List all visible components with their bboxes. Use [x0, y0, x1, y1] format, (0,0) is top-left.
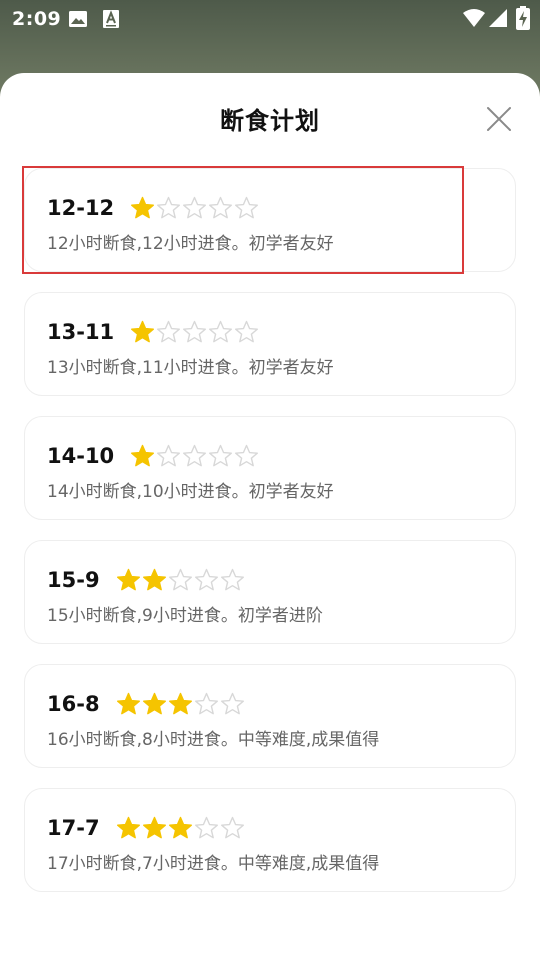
plan-name: 16-8 [47, 692, 100, 716]
image-icon [69, 11, 87, 27]
difficulty-rating [116, 815, 246, 841]
star-empty-icon [209, 444, 233, 467]
star-empty-icon [194, 692, 218, 715]
plan-description: 17小时断食,7小时进食。中等难度,成果值得 [47, 854, 380, 874]
plan-description: 15小时断食,9小时进食。初学者进阶 [47, 606, 323, 626]
star-empty-icon [157, 444, 181, 467]
plan-name: 12-12 [47, 196, 115, 220]
star-empty-icon [220, 692, 244, 715]
star-empty-icon [183, 444, 207, 467]
plan-card[interactable]: 13-11 13小时断食,11小时进食。初学者友好 [24, 292, 516, 396]
star-filled-icon [116, 816, 140, 839]
plan-card[interactable]: 14-10 14小时断食,10小时进食。初学者友好 [24, 416, 516, 520]
star-empty-icon [209, 320, 233, 343]
plan-card[interactable]: 17-7 17小时断食,7小时进食。中等难度,成果值得 [24, 788, 516, 892]
star-empty-icon [209, 196, 233, 219]
screen: 2:09 断食计划 12-12 12小时断食,12小时进食。初学者友好 13-11 1… [0, 0, 540, 960]
star-filled-icon [131, 444, 155, 467]
plan-name: 15-9 [47, 568, 100, 592]
fasting-plan-sheet: 断食计划 12-12 12小时断食,12小时进食。初学者友好 13-11 13小时断食… [0, 73, 540, 960]
star-empty-icon [168, 568, 192, 591]
star-empty-icon [235, 196, 259, 219]
star-filled-icon [142, 692, 166, 715]
plan-description: 14小时断食,10小时进食。初学者友好 [47, 482, 334, 502]
plan-name: 14-10 [47, 444, 115, 468]
signal-icon [489, 9, 507, 27]
difficulty-rating [130, 443, 260, 469]
star-filled-icon [131, 196, 155, 219]
star-filled-icon [168, 816, 192, 839]
difficulty-rating [116, 691, 246, 717]
plan-title-row: 15-9 [47, 565, 246, 595]
status-time: 2:09 [12, 8, 62, 30]
sheet-title: 断食计划 [220, 107, 320, 135]
star-empty-icon [220, 816, 244, 839]
star-empty-icon [157, 196, 181, 219]
star-filled-icon [131, 320, 155, 343]
star-empty-icon [157, 320, 181, 343]
keyboard-a-icon [103, 10, 119, 28]
star-filled-icon [142, 568, 166, 591]
star-filled-icon [168, 692, 192, 715]
star-filled-icon [116, 568, 140, 591]
star-filled-icon [142, 816, 166, 839]
plan-title-row: 14-10 [47, 441, 260, 471]
status-bar: 2:09 [0, 0, 540, 40]
difficulty-rating [116, 567, 246, 593]
plan-description: 13小时断食,11小时进食。初学者友好 [47, 358, 334, 378]
plan-description: 16小时断食,8小时进食。中等难度,成果值得 [47, 730, 380, 750]
wifi-icon [463, 9, 485, 27]
plan-description: 12小时断食,12小时进食。初学者友好 [47, 234, 334, 254]
star-empty-icon [235, 444, 259, 467]
star-empty-icon [194, 568, 218, 591]
star-empty-icon [235, 320, 259, 343]
plan-title-row: 17-7 [47, 813, 246, 843]
star-empty-icon [194, 816, 218, 839]
plan-title-row: 13-11 [47, 317, 260, 347]
plan-title-row: 16-8 [47, 689, 246, 719]
plan-title-row: 12-12 [47, 193, 260, 223]
plan-card[interactable]: 12-12 12小时断食,12小时进食。初学者友好 [22, 166, 516, 274]
plan-card[interactable]: 15-9 15小时断食,9小时进食。初学者进阶 [24, 540, 516, 644]
plan-card[interactable]: 16-8 16小时断食,8小时进食。中等难度,成果值得 [24, 664, 516, 768]
star-empty-icon [183, 196, 207, 219]
plan-name: 13-11 [47, 320, 115, 344]
battery-charging-icon [516, 6, 530, 30]
star-filled-icon [116, 692, 140, 715]
star-empty-icon [183, 320, 207, 343]
star-empty-icon [220, 568, 244, 591]
close-icon[interactable] [486, 106, 512, 132]
difficulty-rating [130, 195, 260, 221]
difficulty-rating [130, 319, 260, 345]
plan-name: 17-7 [47, 816, 100, 840]
